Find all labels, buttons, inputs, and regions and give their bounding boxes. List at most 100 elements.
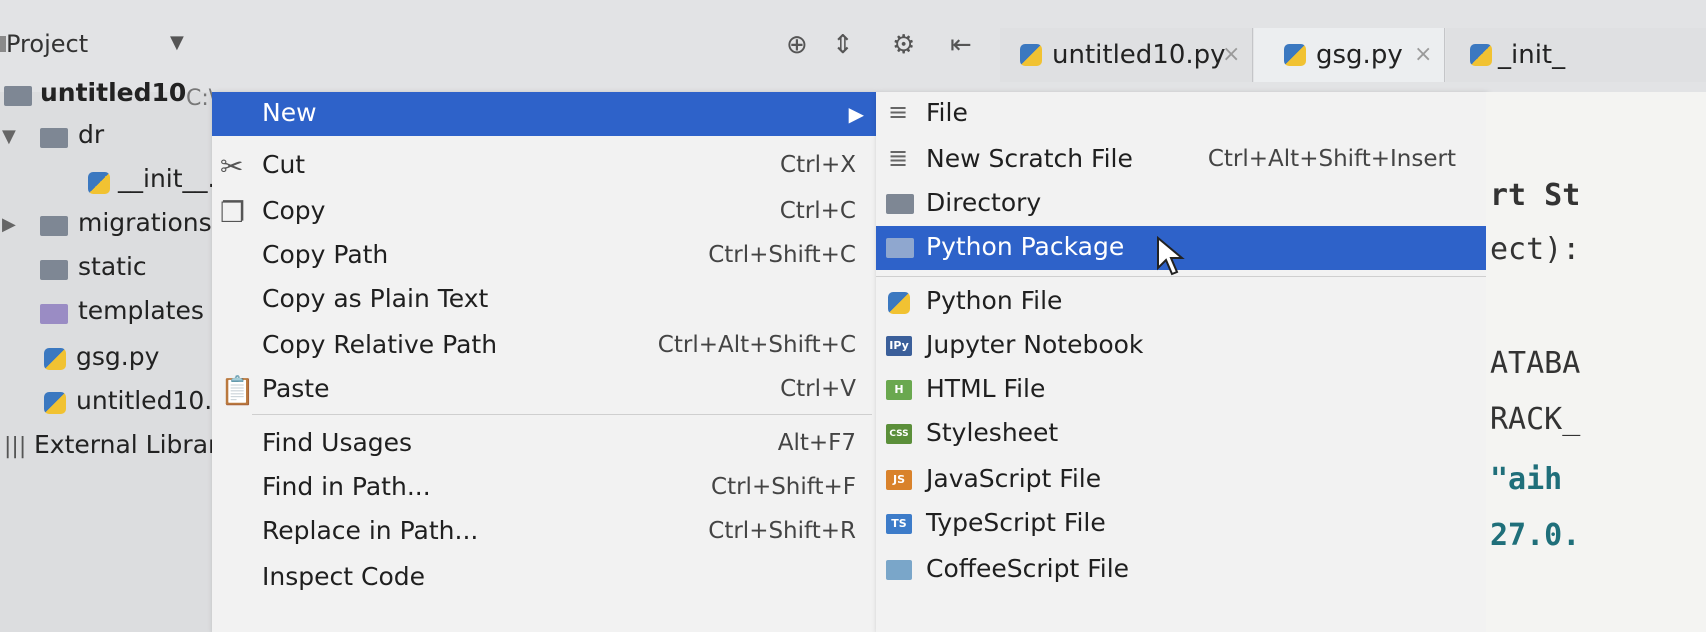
menu-item-replace-in-path[interactable]: Replace in Path... Ctrl+Shift+R	[212, 510, 876, 554]
submenu-item-file[interactable]: ≡ File	[876, 92, 1486, 136]
tree-item-migrations[interactable]: migrations	[78, 208, 212, 237]
python-file-icon	[44, 392, 66, 414]
menu-item-label: Copy Relative Path	[262, 330, 498, 359]
crosshair-icon[interactable]: ⊕	[786, 30, 808, 60]
new-submenu: ≡ File ≣ New Scratch File Ctrl+Alt+Shift…	[876, 92, 1486, 632]
project-view-label[interactable]: Project	[6, 30, 88, 58]
tree-item-gsg[interactable]: gsg.py	[76, 342, 159, 371]
submenu-item-directory[interactable]: Directory	[876, 182, 1486, 226]
submenu-item-new-scratch-file[interactable]: ≣ New Scratch File Ctrl+Alt+Shift+Insert	[876, 138, 1486, 182]
chevron-right-icon: ▶	[848, 102, 864, 126]
submenu-item-label: TypeScript File	[926, 508, 1106, 537]
tree-item-templates[interactable]: templates	[78, 296, 204, 325]
menu-item-shortcut: Ctrl+Shift+C	[708, 242, 856, 268]
tab-label: _init_	[1498, 40, 1566, 70]
menu-item-find-usages[interactable]: Find Usages Alt+F7	[212, 422, 876, 466]
submenu-item-html-file[interactable]: H HTML File	[876, 368, 1486, 412]
submenu-item-label: Stylesheet	[926, 418, 1059, 447]
python-file-icon	[1020, 44, 1042, 66]
submenu-item-typescript-file[interactable]: TS TypeScript File	[876, 502, 1486, 546]
tree-item-dr[interactable]: dr	[78, 120, 104, 149]
tree-item-untitled10[interactable]: untitled10.p	[76, 386, 228, 415]
menu-item-inspect-code[interactable]: Inspect Code	[212, 556, 876, 600]
menu-item-label: Copy Path	[262, 240, 389, 269]
menu-item-new[interactable]: New ▶	[212, 92, 876, 136]
code-editor[interactable]: rt St ect): ATABA RACK_ "aih 27.0.	[1486, 92, 1706, 632]
submenu-item-label: Python Package	[926, 232, 1125, 261]
menu-item-cut[interactable]: ✂ Cut Ctrl+X	[212, 144, 876, 188]
menu-item-paste[interactable]: 📋 Paste Ctrl+V	[212, 368, 876, 412]
paste-icon: 📋	[220, 374, 255, 407]
chevron-down-icon[interactable]: ▼	[2, 126, 16, 147]
context-menu: New ▶ ✂ Cut Ctrl+X ❐ Copy Ctrl+C Copy Pa…	[212, 92, 876, 632]
submenu-item-label: Python File	[926, 286, 1063, 315]
tree-root-label[interactable]: untitled10	[40, 78, 186, 107]
submenu-item-label: File	[926, 98, 968, 127]
menu-item-shortcut: Ctrl+Shift+R	[708, 518, 856, 544]
tab-label: untitled10.py	[1052, 40, 1226, 70]
css-icon: CSS	[886, 424, 912, 444]
folder-icon	[40, 260, 68, 280]
menu-item-shortcut: Ctrl+C	[779, 198, 856, 224]
tab-label: gsg.py	[1316, 40, 1403, 70]
library-icon: |||	[4, 434, 27, 459]
menu-item-shortcut: Ctrl+X	[780, 152, 856, 178]
python-file-icon	[1284, 44, 1306, 66]
python-file-icon	[888, 292, 910, 314]
coffeescript-icon	[886, 560, 912, 580]
submenu-item-python-file[interactable]: Python File	[876, 280, 1486, 324]
python-file-icon	[88, 172, 110, 194]
menu-item-copy[interactable]: ❐ Copy Ctrl+C	[212, 190, 876, 234]
html-icon: H	[886, 380, 912, 400]
chevron-down-icon[interactable]: ▼	[170, 32, 184, 53]
menu-item-copy-path[interactable]: Copy Path Ctrl+Shift+C	[212, 234, 876, 278]
close-icon[interactable]: ×	[1222, 42, 1240, 67]
menu-item-label: Cut	[262, 150, 306, 179]
tree-item-external-libraries[interactable]: External Librar	[34, 430, 218, 459]
menu-item-label: Copy as Plain Text	[262, 284, 489, 313]
python-file-icon	[1470, 44, 1492, 66]
copy-icon: ❐	[220, 196, 246, 229]
code-line: ATABA	[1490, 346, 1581, 381]
menu-item-copy-plain-text[interactable]: Copy as Plain Text	[212, 278, 876, 322]
menu-item-label: Paste	[262, 374, 330, 403]
submenu-item-label: Jupyter Notebook	[926, 330, 1144, 359]
menu-item-copy-relative-path[interactable]: Copy Relative Path Ctrl+Alt+Shift+C	[212, 324, 876, 368]
menu-item-shortcut: Ctrl+V	[780, 376, 856, 402]
jupyter-icon: IPy	[886, 336, 912, 356]
tree-item-static[interactable]: static	[78, 252, 147, 281]
top-toolbar: Project ▼ ⊕ ⇕ ⚙ ⇤ untitled10.py × gsg.py…	[0, 0, 1706, 92]
close-icon[interactable]: ×	[1414, 42, 1432, 67]
tab-gsg[interactable]: gsg.py ×	[1254, 28, 1445, 82]
hide-panel-icon[interactable]: ⇤	[950, 30, 972, 60]
javascript-icon: JS	[886, 470, 912, 490]
python-file-icon	[44, 348, 66, 370]
menu-separator	[252, 414, 872, 415]
tab-init[interactable]: _init_	[1446, 28, 1706, 82]
menu-item-find-in-path[interactable]: Find in Path... Ctrl+Shift+F	[212, 466, 876, 510]
folder-icon	[40, 216, 68, 236]
submenu-item-label: CoffeeScript File	[926, 554, 1130, 583]
menu-item-label: Copy	[262, 196, 326, 225]
menu-item-shortcut: Ctrl+Alt+Shift+C	[657, 332, 856, 358]
submenu-item-jupyter-notebook[interactable]: IPy Jupyter Notebook	[876, 324, 1486, 368]
collapse-icon[interactable]: ⇕	[832, 30, 854, 60]
tab-untitled10[interactable]: untitled10.py ×	[1000, 28, 1253, 82]
menu-item-label: Replace in Path...	[262, 516, 479, 545]
folder-icon	[886, 194, 914, 214]
submenu-item-label: HTML File	[926, 374, 1046, 403]
menu-item-shortcut: Alt+F7	[777, 430, 856, 456]
submenu-item-javascript-file[interactable]: JS JavaScript File	[876, 458, 1486, 502]
submenu-item-coffeescript-file[interactable]: CoffeeScript File	[876, 548, 1486, 592]
submenu-item-label: New Scratch File	[926, 144, 1133, 173]
gear-icon[interactable]: ⚙	[892, 30, 915, 60]
menu-item-label: Find in Path...	[262, 472, 431, 501]
submenu-item-stylesheet[interactable]: CSS Stylesheet	[876, 412, 1486, 456]
typescript-icon: TS	[886, 514, 912, 534]
chevron-right-icon[interactable]: ▶	[2, 214, 16, 235]
project-tree: untitled10 C:\Users\丁书琳\PycharmProjects\…	[0, 78, 231, 632]
submenu-item-shortcut: Ctrl+Alt+Shift+Insert	[1207, 146, 1456, 172]
scratch-file-icon: ≣	[888, 144, 909, 172]
file-icon: ≡	[888, 98, 909, 126]
menu-item-label: Inspect Code	[262, 562, 425, 591]
